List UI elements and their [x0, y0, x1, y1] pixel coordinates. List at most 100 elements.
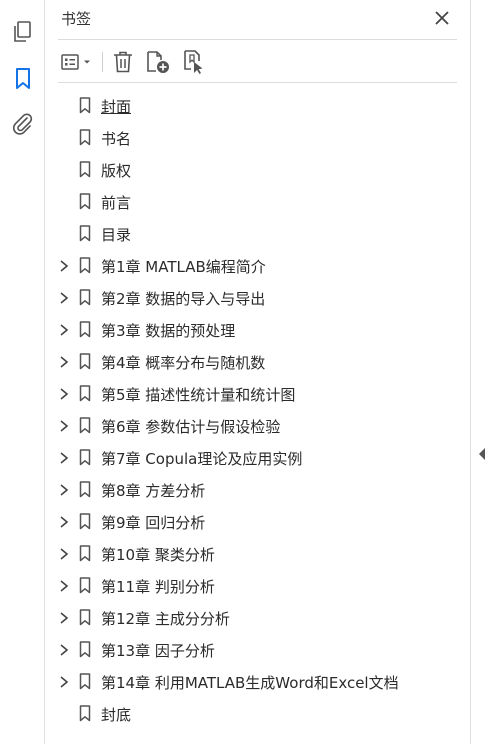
bookmark-item[interactable]: 版权: [46, 154, 470, 186]
bookmark-icon: [79, 641, 91, 658]
chevron-right-icon[interactable]: [58, 451, 70, 465]
bookmarks-panel: 书签 封面 书名 版权 前言 目录 第1章 MATLAB编程简介 第2章 数据的…: [46, 0, 470, 744]
bookmark-icon: [79, 257, 91, 274]
close-panel-button[interactable]: [432, 8, 452, 28]
bookmark-icon: [79, 225, 91, 242]
chevron-right-icon[interactable]: [58, 387, 70, 401]
new-bookmark-icon: [147, 51, 169, 73]
bookmark-label: 第12章 主成分分析: [101, 610, 230, 628]
bookmark-label: 第7章 Copula理论及应用实例: [101, 450, 303, 468]
chevron-right-icon[interactable]: [58, 547, 70, 561]
bookmark-icon: [79, 545, 91, 562]
bookmark-icon: [79, 513, 91, 530]
bookmark-label: 第8章 方差分析: [101, 482, 206, 500]
bookmark-item[interactable]: 第13章 因子分析: [46, 634, 470, 666]
bookmark-icon: [16, 68, 30, 89]
collapse-arrow-icon: [479, 448, 485, 460]
bookmark-item[interactable]: 第4章 概率分布与随机数: [46, 346, 470, 378]
bookmark-item[interactable]: 第5章 描述性统计量和统计图: [46, 378, 470, 410]
toolbar-separator: [102, 52, 103, 72]
bookmark-toolbar: [46, 44, 470, 80]
bookmark-icon: [79, 577, 91, 594]
bookmark-icon: [79, 97, 91, 114]
bookmark-label: 封底: [101, 706, 132, 724]
new-bookmark-button[interactable]: [144, 49, 172, 75]
bookmark-item[interactable]: 前言: [46, 186, 470, 218]
bookmark-icon: [79, 673, 91, 690]
panel-collapse-handle[interactable]: [470, 0, 493, 744]
bookmark-icon: [79, 481, 91, 498]
bookmark-label: 封面: [101, 98, 132, 116]
delete-icon: [114, 51, 132, 73]
bookmark-label: 第2章 数据的导入与导出: [101, 290, 266, 308]
bookmark-label: 第6章 参数估计与假设检验: [101, 418, 281, 436]
panel-title: 书签: [61, 10, 92, 28]
chevron-right-icon[interactable]: [58, 483, 70, 497]
bookmark-icon: [79, 385, 91, 402]
bookmark-label: 书名: [101, 130, 132, 148]
options-menu-button[interactable]: [60, 49, 96, 75]
bookmark-label: 目录: [101, 226, 132, 244]
chevron-right-icon[interactable]: [58, 675, 70, 689]
bookmark-icon: [79, 705, 91, 722]
panel-header: 书签: [46, 0, 470, 38]
bookmark-label: 第11章 判别分析: [101, 578, 215, 596]
bookmark-label: 第10章 聚类分析: [101, 546, 215, 564]
bookmark-item[interactable]: 第11章 判别分析: [46, 570, 470, 602]
left-rail: [0, 0, 45, 744]
bookmark-item[interactable]: 封面: [46, 90, 470, 122]
bookmark-icon: [79, 353, 91, 370]
bookmark-icon: [79, 449, 91, 466]
bookmark-from-selection-button[interactable]: [180, 49, 208, 75]
chevron-right-icon[interactable]: [58, 259, 70, 273]
bookmark-from-selection-icon: [184, 50, 203, 74]
bookmark-item[interactable]: 第12章 主成分分析: [46, 602, 470, 634]
bookmark-item[interactable]: 第7章 Copula理论及应用实例: [46, 442, 470, 474]
pages-button[interactable]: [10, 19, 36, 45]
bookmark-item[interactable]: 第1章 MATLAB编程简介: [46, 250, 470, 282]
bookmark-item[interactable]: 书名: [46, 122, 470, 154]
pages-icon: [14, 21, 31, 42]
bookmark-item[interactable]: 第2章 数据的导入与导出: [46, 282, 470, 314]
bookmark-item[interactable]: 第8章 方差分析: [46, 474, 470, 506]
bookmark-icon: [79, 161, 91, 178]
attachment-icon: [13, 113, 33, 135]
bookmark-label: 第9章 回归分析: [101, 514, 206, 532]
bookmark-label: 第1章 MATLAB编程简介: [101, 258, 266, 276]
chevron-right-icon[interactable]: [58, 419, 70, 433]
header-divider: [58, 39, 457, 40]
bookmark-icon: [79, 609, 91, 626]
bookmark-icon: [79, 321, 91, 338]
chevron-right-icon[interactable]: [58, 611, 70, 625]
bookmark-item[interactable]: 第9章 回归分析: [46, 506, 470, 538]
options-menu-icon: [61, 54, 90, 70]
bookmark-label: 前言: [101, 194, 132, 212]
close-icon: [435, 11, 449, 25]
bookmark-item[interactable]: 第3章 数据的预处理: [46, 314, 470, 346]
toolbar-divider: [58, 82, 457, 83]
bookmarks-button[interactable]: [10, 66, 36, 92]
bookmark-icon: [79, 289, 91, 306]
bookmark-icon: [79, 417, 91, 434]
bookmark-label: 版权: [101, 162, 132, 180]
chevron-right-icon[interactable]: [58, 355, 70, 369]
bookmark-label: 第4章 概率分布与随机数: [101, 354, 266, 372]
bookmark-item[interactable]: 第10章 聚类分析: [46, 538, 470, 570]
bookmark-item[interactable]: 第14章 利用MATLAB生成Word和Excel文档: [46, 666, 470, 698]
bookmark-label: 第5章 描述性统计量和统计图: [101, 386, 296, 404]
chevron-right-icon[interactable]: [58, 515, 70, 529]
attachments-button[interactable]: [10, 111, 36, 137]
bookmark-item[interactable]: 第6章 参数估计与假设检验: [46, 410, 470, 442]
delete-bookmark-button[interactable]: [110, 49, 136, 75]
bookmark-label: 第14章 利用MATLAB生成Word和Excel文档: [101, 674, 399, 692]
chevron-right-icon[interactable]: [58, 323, 70, 337]
bookmark-label: 第13章 因子分析: [101, 642, 215, 660]
chevron-right-icon[interactable]: [58, 579, 70, 593]
bookmark-item[interactable]: 目录: [46, 218, 470, 250]
bookmark-item[interactable]: 封底: [46, 698, 470, 730]
bookmark-icon: [79, 129, 91, 146]
bookmark-icon: [79, 193, 91, 210]
chevron-right-icon[interactable]: [58, 643, 70, 657]
bookmark-label: 第3章 数据的预处理: [101, 322, 236, 340]
chevron-right-icon[interactable]: [58, 291, 70, 305]
